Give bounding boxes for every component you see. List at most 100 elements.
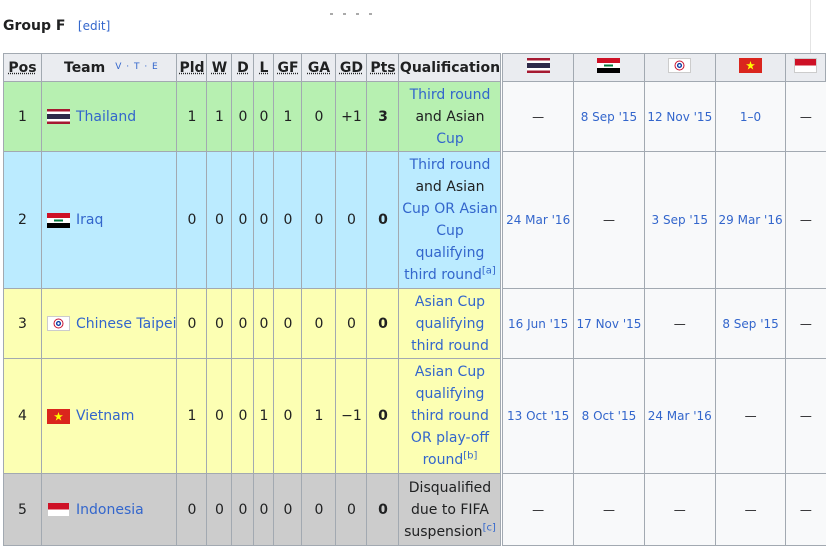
qualification-cell: Third round and Asian Cup (398, 81, 502, 152)
w-cell: 0 (206, 473, 233, 546)
d-cell: 0 (231, 288, 255, 359)
col-gf[interactable]: GF (273, 53, 303, 82)
result-cell[interactable]: 29 Mar '16 (714, 151, 787, 289)
pts-cell: 0 (366, 473, 400, 546)
results-header-row (501, 53, 826, 82)
qualification-cell: Disqualified due to FIFA suspension[c] (398, 473, 502, 546)
qual-link[interactable]: third round (404, 267, 482, 283)
pos-cell: 4 (3, 358, 42, 474)
l-cell: 0 (253, 81, 275, 152)
team-link[interactable]: Vietnam (76, 408, 134, 424)
col-l[interactable]: L (253, 53, 275, 82)
table-row: 4 Vietnam 1 0 0 1 0 1 −1 0 Asian Cup qua… (3, 358, 502, 474)
qual-link[interactable]: OR play-off (411, 430, 489, 446)
result-cell[interactable]: 13 Oct '15 (501, 358, 575, 474)
chinese-taipei-flag-icon (47, 316, 70, 331)
iraq-flag-icon (597, 58, 621, 73)
pld-cell: 1 (176, 81, 208, 152)
chinese-taipei-flag-icon (668, 58, 692, 73)
results-row: 16 Jun '15 17 Nov '15 — 8 Sep '15 — (501, 288, 826, 359)
result-cell[interactable]: 24 Mar '16 (643, 358, 716, 474)
results-col-chinese-taipei (643, 53, 716, 82)
qual-link[interactable]: Third round (410, 157, 491, 173)
results-col-vietnam (714, 53, 787, 82)
col-d[interactable]: D (231, 53, 255, 82)
result-cell[interactable]: 8 Sep '15 (573, 81, 645, 152)
pld-cell: 1 (176, 358, 208, 474)
indonesia-flag-icon (794, 58, 818, 73)
col-ga[interactable]: GA (301, 53, 337, 82)
result-cell[interactable]: 12 Nov '15 (643, 81, 716, 152)
qual-link[interactable]: Cup (436, 223, 464, 239)
col-w[interactable]: W (206, 53, 233, 82)
indonesia-flag-icon (47, 502, 70, 517)
qual-link[interactable]: Third round (410, 87, 491, 103)
qual-link[interactable]: third round (411, 338, 489, 354)
qual-link[interactable]: Cup (436, 131, 464, 147)
qualification-cell: Asian Cup qualifying third round OR play… (398, 358, 502, 474)
gf-cell: 0 (273, 151, 303, 289)
footnote-link[interactable]: [b] (463, 450, 477, 461)
result-cell[interactable]: 8 Sep '15 (714, 288, 787, 359)
team-cell: Vietnam (40, 358, 178, 474)
results-row: — 8 Sep '15 12 Nov '15 1–0 — (501, 81, 826, 152)
qualification-cell: Third round and Asian Cup OR Asian Cup q… (398, 151, 502, 289)
result-cell[interactable]: 1–0 (714, 81, 787, 152)
qual-link[interactable]: qualifying (416, 245, 485, 261)
thailand-flag-icon (47, 109, 70, 124)
qual-link[interactable]: third round (411, 408, 489, 424)
col-gd[interactable]: GD (335, 53, 368, 82)
result-cell[interactable]: 17 Nov '15 (573, 288, 645, 359)
pld-cell: 0 (176, 151, 208, 289)
qual-link[interactable]: qualifying (416, 316, 485, 332)
qual-link[interactable]: round (423, 452, 464, 468)
d-cell: 0 (231, 473, 255, 546)
l-cell: 0 (253, 473, 275, 546)
team-cell: Chinese Taipei (40, 288, 178, 359)
results-col-thailand (501, 53, 575, 82)
d-cell: 0 (231, 358, 255, 474)
col-pts[interactable]: Pts (366, 53, 400, 82)
team-cell: Indonesia (40, 473, 178, 546)
qual-link[interactable]: qualifying (416, 386, 485, 402)
team-cell: Thailand (40, 81, 178, 152)
ga-cell: 0 (301, 81, 337, 152)
team-link[interactable]: Chinese Taipei (76, 316, 176, 332)
pld-cell: 0 (176, 473, 208, 546)
result-cell: — (501, 81, 575, 152)
gd-cell: +1 (335, 81, 368, 152)
standings-table: Pos Team V · T · E Pld W D L GF GA GD Pts… (3, 53, 502, 546)
vte-links[interactable]: V · T · E (115, 62, 159, 72)
team-cell: Iraq (40, 151, 178, 289)
result-cell[interactable]: 16 Jun '15 (501, 288, 575, 359)
ga-cell: 0 (301, 151, 337, 289)
col-pld[interactable]: Pld (176, 53, 208, 82)
qual-link[interactable]: Cup OR Asian (402, 201, 497, 217)
gd-cell: 0 (335, 151, 368, 289)
footnote-link[interactable]: [a] (482, 265, 496, 276)
result-cell[interactable]: 8 Oct '15 (573, 358, 645, 474)
edit-link[interactable]: [edit] (78, 19, 110, 33)
pts-cell: 0 (366, 358, 400, 474)
footnote-link[interactable]: [c] (483, 522, 496, 533)
table-row: 1 Thailand 1 1 0 0 1 0 +1 3 Third round … (3, 81, 502, 152)
result-cell: — (785, 81, 826, 152)
result-cell[interactable]: 3 Sep '15 (643, 151, 716, 289)
col-pos[interactable]: Pos (3, 53, 42, 82)
col-qualification: Qualification (398, 53, 502, 82)
vietnam-flag-icon (47, 408, 70, 424)
team-link[interactable]: Thailand (76, 109, 136, 125)
l-cell: 0 (253, 288, 275, 359)
result-cell[interactable]: 24 Mar '16 (501, 151, 575, 289)
pos-cell: 1 (3, 81, 42, 152)
pos-cell: 5 (3, 473, 42, 546)
qual-link[interactable]: Asian Cup (415, 364, 485, 380)
results-col-iraq (573, 53, 645, 82)
w-cell: 0 (206, 288, 233, 359)
qual-link[interactable]: Asian Cup (415, 294, 485, 310)
section-title: Group F (3, 18, 66, 34)
results-row: — — — — — (501, 473, 826, 546)
team-link[interactable]: Iraq (76, 212, 103, 228)
team-link[interactable]: Indonesia (76, 502, 144, 518)
ga-cell: 1 (301, 358, 337, 474)
